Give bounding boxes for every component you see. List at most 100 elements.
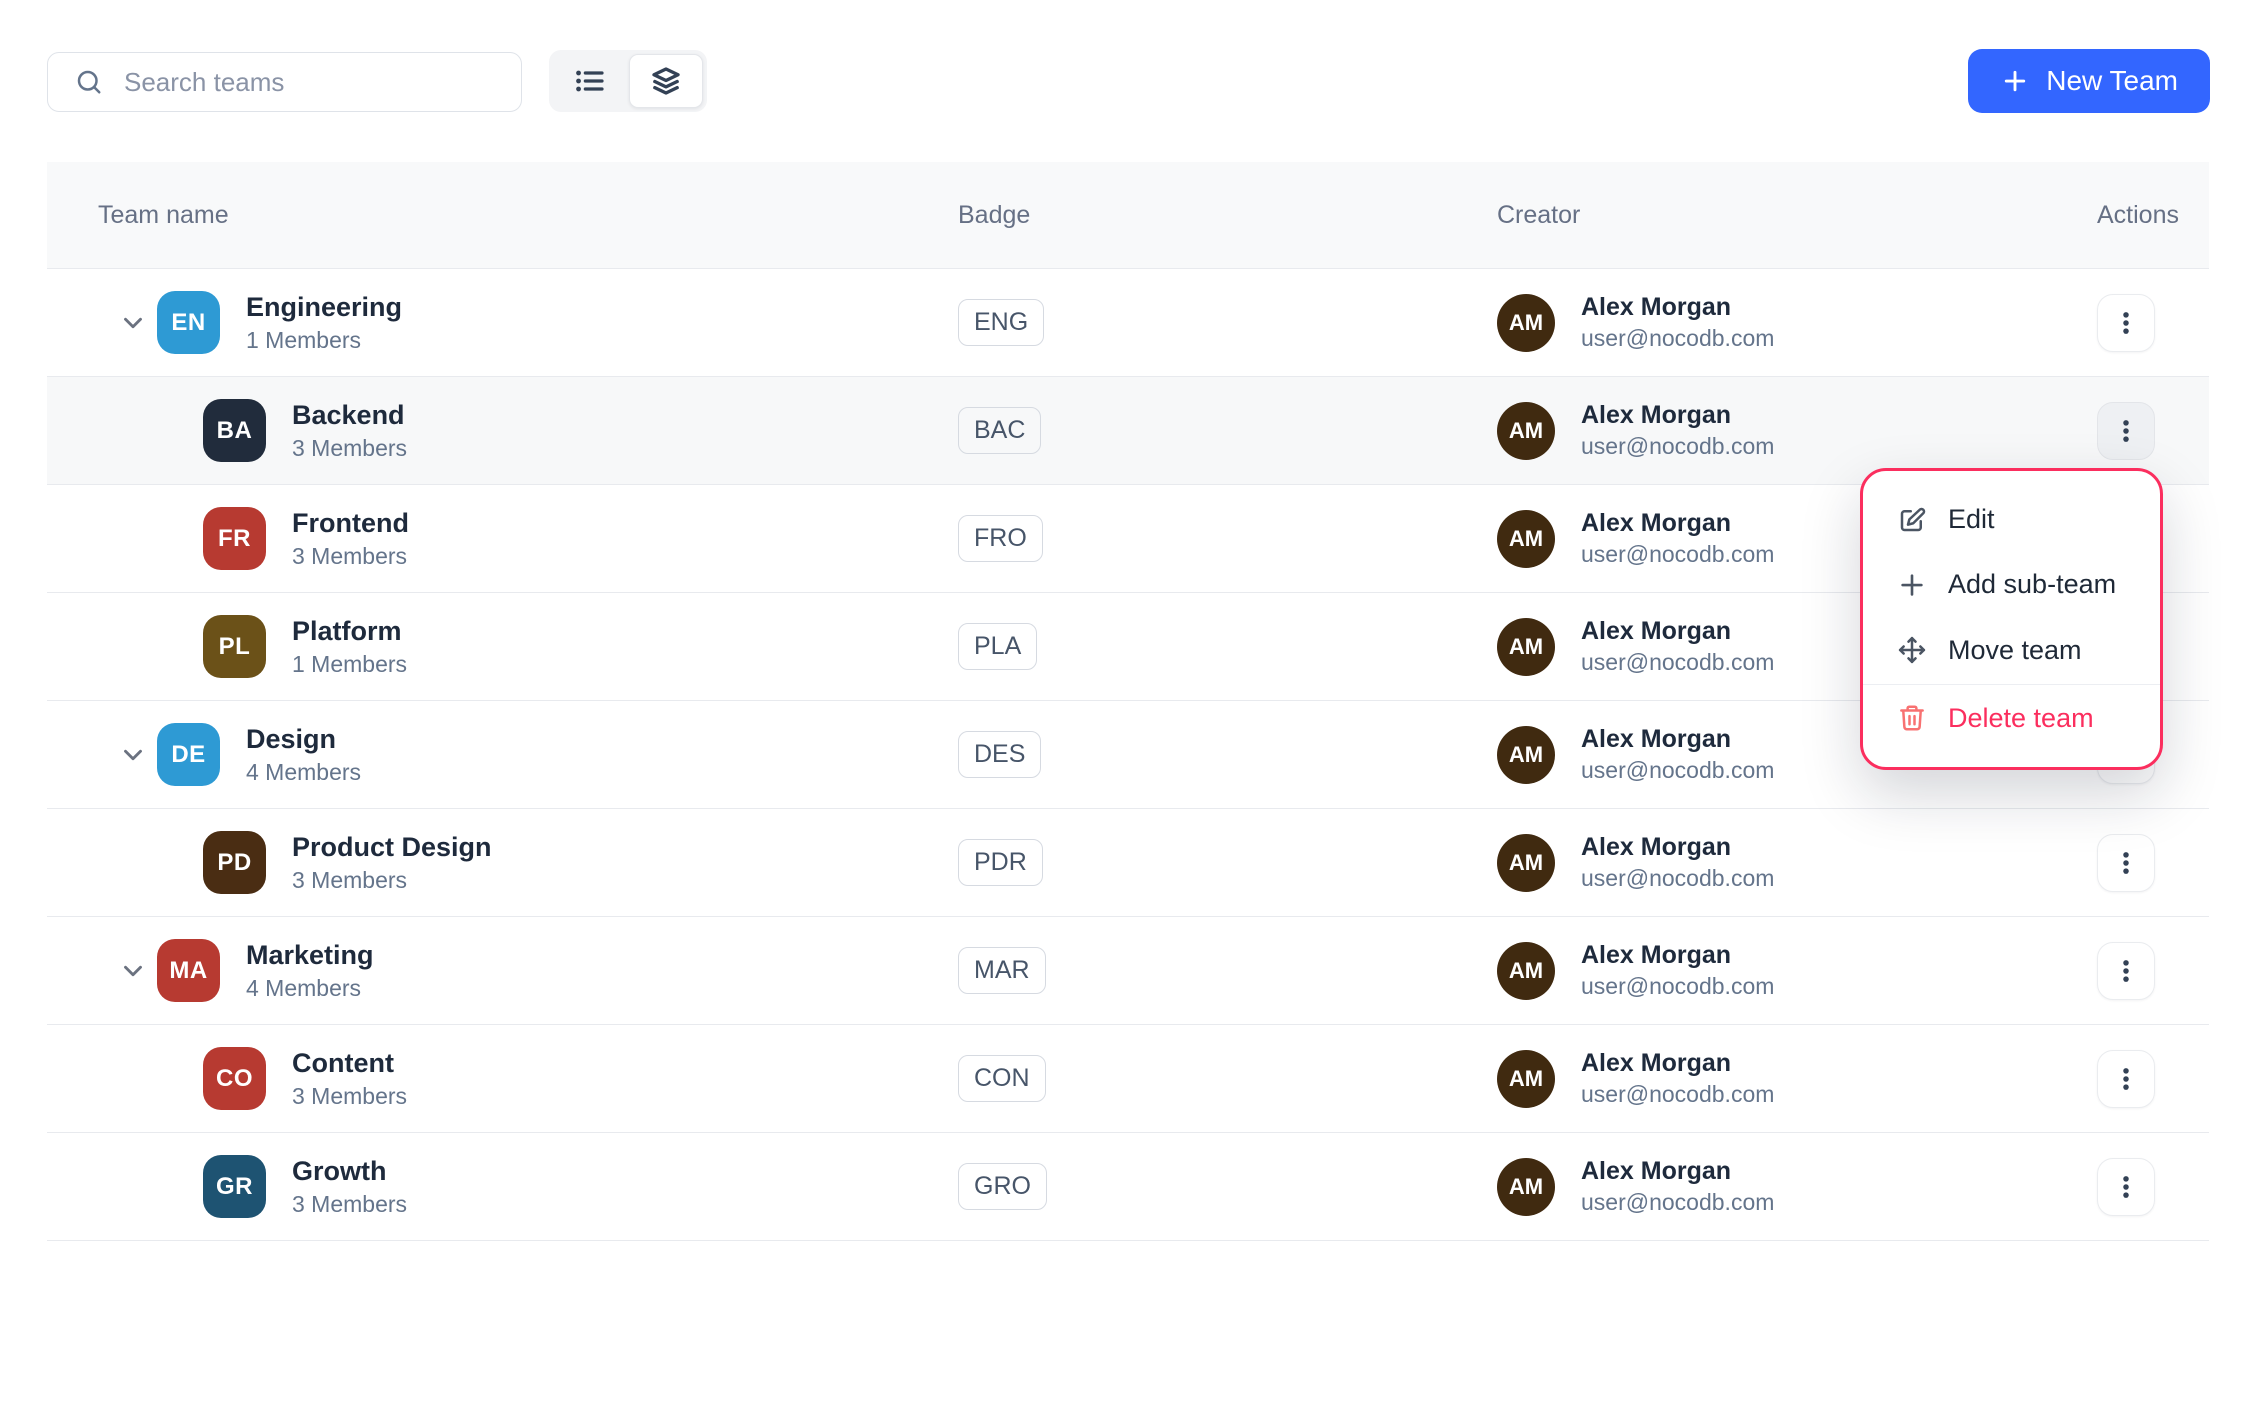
team-avatar: BA [203, 399, 266, 462]
table-row: MA Marketing 4 Members MAR AM Alex Morga… [47, 917, 2209, 1025]
team-text: Platform 1 Members [292, 616, 407, 678]
creator-text: Alex Morgan user@nocodb.com [1581, 293, 1774, 352]
kebab-icon [2111, 848, 2141, 878]
team-cell: EN Engineering 1 Members [47, 291, 958, 354]
kebab-icon [2111, 956, 2141, 986]
column-header-creator: Creator [1497, 201, 2097, 230]
creator-name: Alex Morgan [1581, 941, 1774, 970]
team-avatar: DE [157, 723, 220, 786]
creator-name: Alex Morgan [1581, 509, 1774, 538]
row-actions-button[interactable] [2097, 402, 2155, 460]
creator-avatar: AM [1497, 1158, 1555, 1216]
context-menu-item[interactable]: Edit [1863, 487, 2160, 552]
context-menu-item[interactable]: Move team [1863, 618, 2160, 683]
team-avatar: MA [157, 939, 220, 1002]
team-badge: DES [958, 731, 1041, 778]
actions-cell [2097, 294, 2209, 352]
team-badge: BAC [958, 407, 1041, 454]
team-cell: FR Frontend 3 Members [47, 507, 958, 570]
team-text: Backend 3 Members [292, 400, 407, 462]
creator-text: Alex Morgan user@nocodb.com [1581, 617, 1774, 676]
team-name: Content [292, 1048, 407, 1079]
list-icon [574, 65, 606, 97]
team-avatar: CO [203, 1047, 266, 1110]
team-name: Product Design [292, 832, 492, 863]
team-members-count: 1 Members [246, 327, 402, 354]
row-context-menu: Edit Add sub-team Move team Delete team [1860, 468, 2163, 770]
team-name: Design [246, 724, 361, 755]
context-menu-item[interactable]: Delete team [1863, 686, 2160, 751]
creator-name: Alex Morgan [1581, 293, 1774, 322]
creator-cell: AM Alex Morgan user@nocodb.com [1497, 1049, 2097, 1108]
team-cell: CO Content 3 Members [47, 1047, 958, 1110]
badge-cell: MAR [958, 947, 1497, 994]
expand-toggle[interactable] [115, 737, 151, 773]
view-toggle [549, 50, 707, 112]
creator-avatar: AM [1497, 942, 1555, 1000]
actions-cell [2097, 402, 2209, 460]
creator-avatar: AM [1497, 834, 1555, 892]
team-badge: CON [958, 1055, 1046, 1102]
creator-cell: AM Alex Morgan user@nocodb.com [1497, 833, 2097, 892]
row-actions-button[interactable] [2097, 942, 2155, 1000]
creator-name: Alex Morgan [1581, 1049, 1774, 1078]
badge-cell: PDR [958, 839, 1497, 886]
team-text: Product Design 3 Members [292, 832, 492, 894]
team-badge: GRO [958, 1163, 1047, 1210]
team-cell: PD Product Design 3 Members [47, 831, 958, 894]
row-actions-button[interactable] [2097, 834, 2155, 892]
team-name: Platform [292, 616, 407, 647]
row-actions-button[interactable] [2097, 1158, 2155, 1216]
team-cell: MA Marketing 4 Members [47, 939, 958, 1002]
row-actions-button[interactable] [2097, 1050, 2155, 1108]
actions-cell [2097, 942, 2209, 1000]
table-header: Team name Badge Creator Actions [47, 162, 2209, 269]
team-text: Engineering 1 Members [246, 292, 402, 354]
kebab-icon [2111, 416, 2141, 446]
team-avatar: FR [203, 507, 266, 570]
tree-view-button[interactable] [629, 54, 703, 108]
creator-name: Alex Morgan [1581, 617, 1774, 646]
creator-avatar: AM [1497, 1050, 1555, 1108]
badge-cell: BAC [958, 407, 1497, 454]
creator-email: user@nocodb.com [1581, 973, 1774, 1000]
badge-cell: GRO [958, 1163, 1497, 1210]
row-actions-button[interactable] [2097, 294, 2155, 352]
team-name: Marketing [246, 940, 374, 971]
actions-cell [2097, 1050, 2209, 1108]
badge-cell: ENG [958, 299, 1497, 346]
creator-cell: AM Alex Morgan user@nocodb.com [1497, 401, 2097, 460]
context-menu-item-label: Add sub-team [1948, 569, 2116, 600]
team-text: Frontend 3 Members [292, 508, 409, 570]
team-badge: PDR [958, 839, 1043, 886]
creator-email: user@nocodb.com [1581, 865, 1774, 892]
table-row: EN Engineering 1 Members ENG AM Alex Mor… [47, 269, 2209, 377]
actions-cell [2097, 834, 2209, 892]
kebab-icon [2111, 308, 2141, 338]
search-box[interactable] [47, 52, 522, 112]
expand-toggle[interactable] [115, 305, 151, 341]
team-name: Engineering [246, 292, 402, 323]
trash-icon [1896, 702, 1928, 734]
search-input[interactable] [124, 67, 501, 98]
new-team-button[interactable]: New Team [1968, 49, 2210, 113]
team-badge: MAR [958, 947, 1046, 994]
menu-divider [1863, 684, 2160, 685]
expand-toggle[interactable] [115, 953, 151, 989]
actions-cell [2097, 1158, 2209, 1216]
creator-avatar: AM [1497, 402, 1555, 460]
team-members-count: 4 Members [246, 759, 361, 786]
team-members-count: 3 Members [292, 543, 409, 570]
table-row: GR Growth 3 Members GRO AM Alex Morgan u… [47, 1133, 2209, 1241]
layers-icon [650, 65, 682, 97]
context-menu-item[interactable]: Add sub-team [1863, 552, 2160, 617]
creator-text: Alex Morgan user@nocodb.com [1581, 401, 1774, 460]
team-cell: DE Design 4 Members [47, 723, 958, 786]
creator-avatar: AM [1497, 510, 1555, 568]
list-view-button[interactable] [553, 54, 627, 108]
context-menu-item-label: Delete team [1948, 703, 2094, 734]
creator-text: Alex Morgan user@nocodb.com [1581, 509, 1774, 568]
move-icon [1896, 634, 1928, 666]
new-team-label: New Team [2046, 65, 2178, 97]
creator-cell: AM Alex Morgan user@nocodb.com [1497, 1157, 2097, 1216]
